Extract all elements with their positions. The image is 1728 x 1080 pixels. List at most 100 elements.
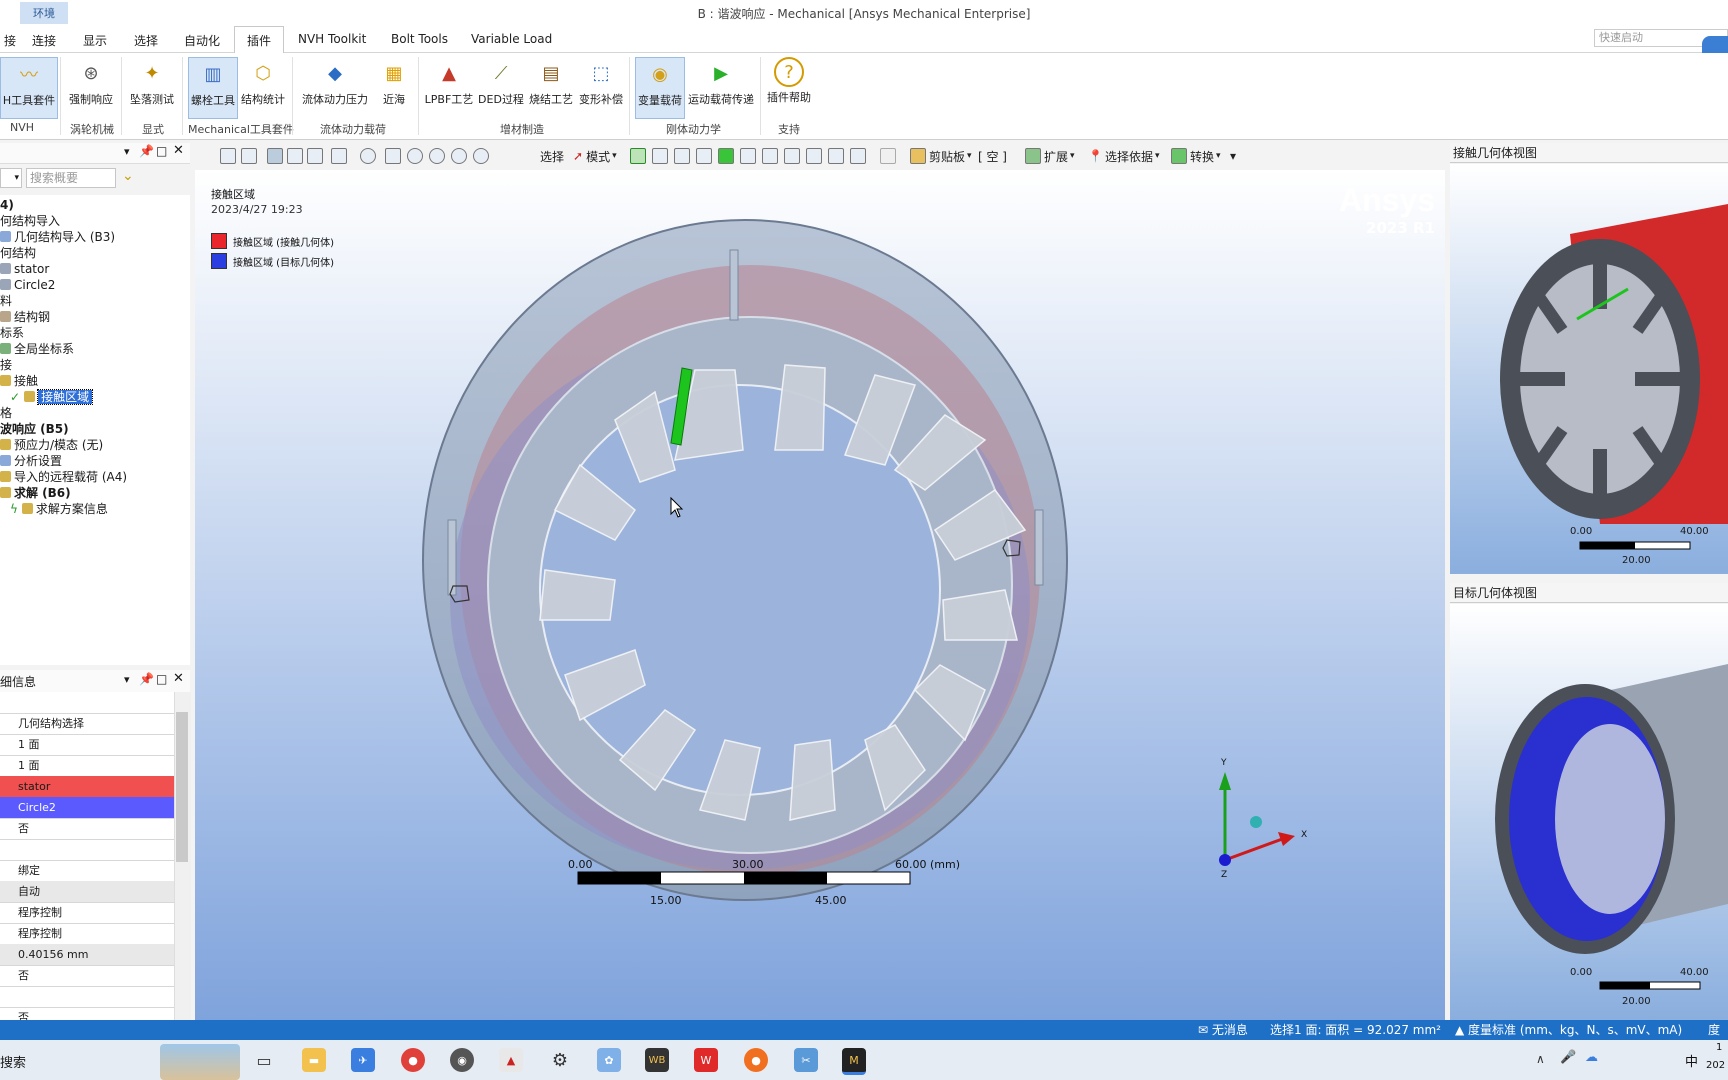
detail-row-type[interactable]: 绑定 [0, 860, 174, 882]
detail-row[interactable] [0, 692, 174, 714]
extend-icon[interactable] [806, 147, 822, 165]
units-status[interactable]: ▲ 度量标准 (mm、kg、N、s、mV、mA) [1455, 1020, 1682, 1040]
filter-dropdown-icon[interactable]: ⌄ [122, 168, 144, 188]
tree-item-project[interactable]: 4) [0, 197, 14, 213]
pin-icon[interactable]: 📌 [139, 144, 154, 158]
tree-item-analysis-settings[interactable]: 分析设置 [0, 453, 62, 469]
detail-row-target-body[interactable]: Circle2 [0, 797, 174, 819]
mode-dropdown[interactable]: ➚ 模式 ▾ [573, 147, 617, 165]
ded-process-button[interactable]: ⟋ DED过程 [478, 57, 524, 107]
select-element-icon[interactable] [762, 147, 778, 165]
panel-dropdown-icon[interactable]: ▾ [124, 145, 130, 158]
taskbar-search[interactable]: 搜索 [0, 1052, 26, 1071]
tree-item-solution-info[interactable]: ϟ 求解方案信息 [10, 501, 108, 517]
task-view-icon[interactable]: ▭ [252, 1048, 276, 1072]
zoom-out-icon[interactable] [241, 147, 257, 165]
magnifier-icon[interactable] [473, 147, 489, 165]
clipboard-dropdown[interactable]: 剪贴板 ▾ [910, 147, 972, 165]
detail-row-suppressed[interactable]: 否 [0, 965, 174, 987]
messages-status[interactable]: ✉ 无消息 [1198, 1020, 1248, 1040]
lpbf-button[interactable]: ▲ LPBF工艺 [424, 57, 474, 107]
clock-time[interactable]: 1 [1716, 1042, 1722, 1053]
forced-response-button[interactable]: ⊛ 强制响应 [66, 57, 116, 107]
tree-item-imported-remote-loads[interactable]: 导入的远程载荷 (A4) [0, 469, 127, 485]
pin-icon[interactable]: 📌 [139, 672, 154, 686]
detail-row-scope-mode[interactable]: 自动 [0, 881, 174, 903]
zoom-in-icon[interactable] [407, 147, 423, 165]
tree-item-geometry-import-group[interactable]: 何结构导入 [0, 213, 60, 229]
pan-icon[interactable] [385, 147, 401, 165]
fit-icon[interactable] [451, 147, 467, 165]
tree-item-prestress-modal[interactable]: 预应力/模态 (无) [0, 437, 103, 453]
select-face-icon[interactable] [630, 147, 646, 165]
wps-icon[interactable]: W [694, 1048, 718, 1072]
zoom-box-icon[interactable] [429, 147, 445, 165]
tab-bolt-tools[interactable]: Bolt Tools [383, 30, 456, 48]
detail-row-shell-thickness[interactable]: 否 [0, 818, 174, 840]
file-explorer-icon[interactable]: ▬ [302, 1048, 326, 1072]
label-icon[interactable] [828, 147, 844, 165]
ime-indicator[interactable]: 中 [1685, 1051, 1698, 1070]
tab-nvh-toolkit[interactable]: NVH Toolkit [290, 30, 374, 48]
drop-test-button[interactable]: ✦ 坠落测试 [126, 57, 178, 107]
context-tab-environment[interactable]: 环境 [20, 2, 68, 24]
clock-date[interactable]: 202 [1706, 1060, 1725, 1071]
solid-view-icon[interactable] [267, 147, 283, 165]
tab-connection[interactable]: 连接 [24, 30, 64, 51]
select-green-icon[interactable] [718, 147, 734, 165]
structure-stats-button[interactable]: ⬡ 结构统计 [240, 57, 286, 107]
box-view-icon[interactable] [287, 147, 303, 165]
feishu-icon[interactable]: ✈ [351, 1048, 375, 1072]
tree-item-coordinate-systems[interactable]: 标系 [0, 325, 24, 341]
close-icon[interactable]: ✕ [173, 143, 184, 158]
extend-dropdown[interactable]: 扩展 ▾ [1025, 147, 1075, 165]
select-body-icon[interactable] [696, 147, 712, 165]
convert-dropdown[interactable]: 转换 ▾ [1171, 147, 1221, 165]
tree-item-connections[interactable]: 接 [0, 357, 12, 373]
tab-display[interactable]: 显示 [75, 30, 115, 51]
chrome-icon[interactable]: ● [401, 1048, 425, 1072]
variable-load-button[interactable]: ◉ 变量载荷 [635, 57, 685, 119]
select-edge-icon[interactable] [652, 147, 668, 165]
rotate-icon[interactable] [360, 147, 376, 165]
plugin-help-button[interactable]: ? 插件帮助 [766, 57, 812, 105]
distortion-comp-button[interactable]: ⬚ 变形补偿 [577, 57, 625, 107]
detail-row-behavior[interactable]: 程序控制 [0, 902, 174, 924]
tree-item-circle2[interactable]: Circle2 [0, 277, 55, 293]
snipping-icon[interactable]: ✂ [794, 1048, 818, 1072]
detail-row-contact-faces[interactable]: 1 面 [0, 734, 174, 756]
maximize-icon[interactable]: □ [156, 672, 167, 686]
tree-item-mesh[interactable]: 格 [0, 405, 12, 421]
target-body-view[interactable]: 0.00 40.00 20.00 [1450, 604, 1728, 1020]
tree-item-stator[interactable]: stator [0, 261, 49, 277]
tab-automation[interactable]: 自动化 [176, 30, 228, 51]
select-elem-face-icon[interactable] [784, 147, 800, 165]
tab-variable-load[interactable]: Variable Load [463, 30, 560, 48]
cloud-app-icon[interactable]: ✿ [597, 1048, 621, 1072]
annotate-icon[interactable] [850, 147, 866, 165]
toolbar-overflow-icon[interactable]: ▾ [1230, 147, 1236, 165]
close-icon[interactable]: ✕ [173, 671, 184, 686]
onedrive-icon[interactable]: ☁ [1585, 1050, 1598, 1065]
tree-item-contacts[interactable]: 接触 [0, 373, 38, 389]
tree-item-structural-steel[interactable]: 结构钢 [0, 309, 50, 325]
zoom-fit-icon[interactable] [220, 147, 236, 165]
detail-row[interactable] [0, 839, 174, 861]
mechanical-app-icon[interactable]: M [842, 1048, 866, 1075]
microphone-icon[interactable]: 🎤 [1560, 1050, 1576, 1065]
select-node-icon[interactable] [740, 147, 756, 165]
wechat-icon[interactable]: ◉ [450, 1048, 474, 1072]
hydro-pressure-button[interactable]: ◆ 流体动力压力 [300, 57, 370, 107]
detail-row[interactable] [0, 986, 174, 1008]
contact-body-view[interactable]: 0.00 40.00 20.00 [1450, 164, 1728, 574]
triad-iso-ball-icon[interactable] [1250, 816, 1262, 828]
select-button[interactable]: 选择 [540, 147, 564, 165]
settings-icon[interactable]: ⚙ [548, 1048, 572, 1072]
detail-row-scoping[interactable]: 几何结构选择 [0, 713, 174, 735]
detail-row-trim-tolerance[interactable]: 0.40156 mm [0, 944, 174, 966]
graphics-viewport[interactable]: 接触区域 2023/4/27 19:23 接触区域 (接触几何体) 接触区域 (… [195, 170, 1445, 1020]
select-by-dropdown[interactable]: 📍 选择依据 ▾ [1088, 147, 1160, 165]
select-vertex-icon[interactable] [674, 147, 690, 165]
outline-filter-dropdown[interactable]: ▾ [0, 168, 22, 188]
tab-select[interactable]: 选择 [126, 30, 166, 51]
